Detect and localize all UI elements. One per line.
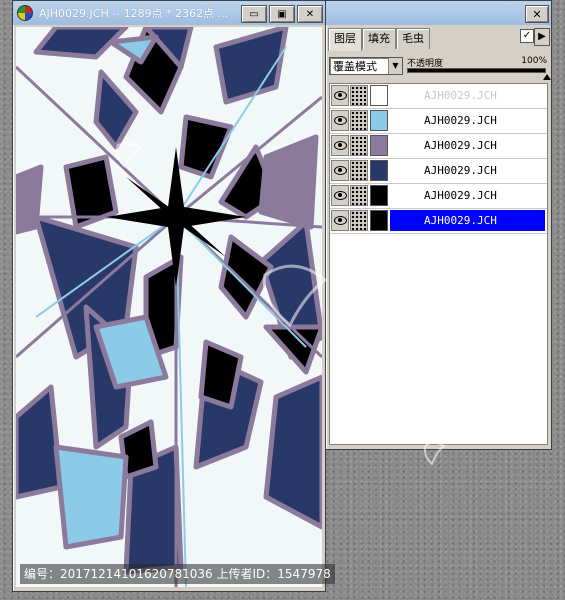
layer-row[interactable]: AJH0029.JCH [330,84,547,109]
eye-icon [333,116,347,125]
layers-panel-titlebar[interactable]: ✕ [326,1,551,25]
opacity-slider[interactable] [407,68,551,80]
blend-mode-select[interactable]: 覆盖模式 ▼ [329,57,403,75]
layer-name: AJH0029.JCH [424,189,497,202]
layer-row[interactable]: AJH0029.JCH [330,184,547,209]
visibility-toggle[interactable] [331,185,349,206]
panel-menu-arrow-button[interactable]: ▶ [534,28,550,46]
opacity-slider-thumb[interactable] [543,74,551,80]
visibility-toggle[interactable] [331,110,349,131]
pattern-mask-icon[interactable] [350,185,368,206]
layer-color-swatch[interactable] [370,210,388,231]
pattern-mask-icon[interactable] [350,210,368,231]
image-window-titlebar[interactable]: AJH0029.JCH -- 1289点 * 2362点 ... ▭ ▣ ✕ [13,1,325,25]
layer-color-swatch[interactable] [370,185,388,206]
pattern-mask-icon[interactable] [350,160,368,181]
close-button[interactable]: ✕ [297,5,323,23]
layer-row[interactable]: AJH0029.JCH [330,109,547,134]
layer-row[interactable]: AJH0029.JCH [330,134,547,159]
image-window-title: AJH0029.JCH -- 1289点 * 2362点 ... [39,7,229,20]
layer-name: AJH0029.JCH [424,114,497,127]
panel-checkbox[interactable]: ✓ [520,29,534,43]
panel-tabs: 图层 填充 毛虫 [328,28,430,51]
minimize-button[interactable]: ▭ [241,5,267,23]
eye-icon [333,216,347,225]
visibility-toggle[interactable] [331,135,349,156]
tab-layers[interactable]: 图层 [328,28,362,51]
panel-close-button[interactable]: ✕ [525,5,549,23]
pattern-mask-icon[interactable] [350,110,368,131]
layer-row[interactable]: AJH0029.JCH [330,209,547,234]
layer-color-swatch[interactable] [370,135,388,156]
layer-color-swatch[interactable] [370,85,388,106]
layer-name: AJH0029.JCH [390,210,545,231]
upload-caption: 编号：20171214101620781036 上传者ID：1547978 [20,564,335,584]
eye-icon [333,141,347,150]
layer-name: AJH0029.JCH [424,164,497,177]
blend-mode-value: 覆盖模式 [333,60,377,73]
layer-color-swatch[interactable] [370,160,388,181]
eye-icon [333,91,347,100]
app-logo-icon [17,5,33,21]
visibility-toggle[interactable] [331,210,349,231]
pattern-mask-icon[interactable] [350,135,368,156]
stained-glass-artwork [16,27,322,587]
tab-caterpillar[interactable]: 毛虫 [396,28,430,49]
opacity-value: 100% [521,56,547,66]
layer-color-swatch[interactable] [370,110,388,131]
layer-row[interactable]: AJH0029.JCH [330,159,547,184]
layers-panel: ✕ 图层 填充 毛虫 ✓ ▶ 覆盖模式 ▼ 不透明度 100% AJH0029.… [325,0,552,450]
visibility-toggle[interactable] [331,160,349,181]
eye-icon [333,166,347,175]
layer-name: AJH0029.JCH [424,89,497,102]
chevron-down-icon[interactable]: ▼ [388,58,402,74]
tab-fill[interactable]: 填充 [362,28,396,49]
restore-button[interactable]: ▣ [269,5,295,23]
opacity-slider-fill [408,69,545,72]
pattern-mask-icon[interactable] [350,85,368,106]
eye-icon [333,191,347,200]
visibility-toggle[interactable] [331,85,349,106]
layer-name: AJH0029.JCH [424,139,497,152]
layer-list: AJH0029.JCH AJH0029.JCH AJH0029.JCH AJH0029… [329,83,548,445]
image-canvas[interactable] [16,27,322,587]
image-window: AJH0029.JCH -- 1289点 * 2362点 ... ▭ ▣ ✕ [12,0,326,592]
